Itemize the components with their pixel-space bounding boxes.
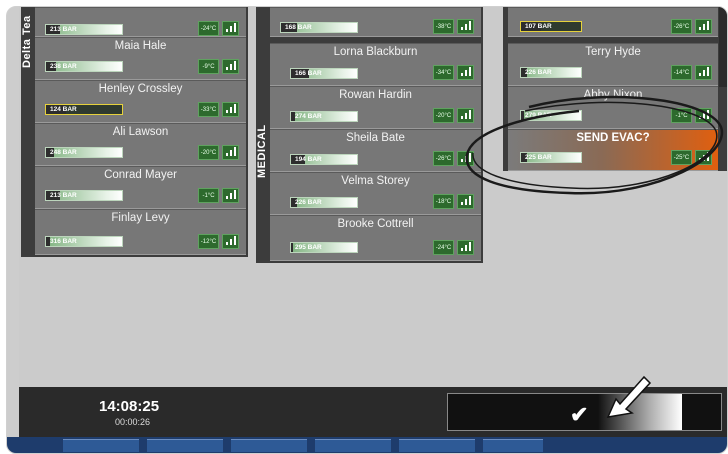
- diver-name: Terry Hyde: [585, 46, 641, 58]
- team-label-medical: MEDICAL: [256, 124, 268, 178]
- app-window: Delta Tea 213 BAR -24°C Maia Hale 238 BA…: [6, 6, 728, 454]
- temperature-badge: -14°C: [671, 65, 692, 80]
- taskbar-item[interactable]: [147, 439, 223, 452]
- signal-bars-icon: [457, 240, 474, 255]
- pressure-bar: 226 BAR: [520, 67, 582, 78]
- temperature-badge: -38°C: [433, 19, 454, 34]
- pressure-bar: 194 BAR: [290, 154, 358, 165]
- taskbar-item[interactable]: [231, 439, 307, 452]
- temperature-badge: -20°C: [433, 108, 454, 123]
- diver-name: Brooke Cottrell: [337, 218, 414, 230]
- diver-row[interactable]: Velma Storey 226 BAR -18°C: [270, 172, 481, 215]
- elapsed-timer: 00:00:26: [115, 417, 151, 427]
- temperature-badge: -34°C: [433, 65, 454, 80]
- temperature-badge: -24°C: [433, 240, 454, 255]
- diver-row[interactable]: Conrad Mayer 213 BAR -1°C: [35, 166, 246, 209]
- pressure-bar: 274 BAR: [290, 111, 358, 122]
- temperature-badge: -20°C: [198, 145, 219, 160]
- diver-name: Ali Lawson: [112, 126, 169, 138]
- pressure-bar: 316 BAR: [45, 236, 123, 247]
- diver-name: Conrad Mayer: [104, 169, 177, 181]
- signal-bars-icon: [222, 188, 239, 203]
- pressure-bar: 238 BAR: [45, 61, 123, 72]
- team-label-delta: Delta Tea: [21, 15, 33, 69]
- temperature-badge: -26°C: [433, 151, 454, 166]
- diver-row[interactable]: Maia Hale 238 BAR -9°C: [35, 37, 246, 80]
- diver-row[interactable]: Finlay Levy 316 BAR -12°C: [35, 209, 246, 255]
- diver-name: Finlay Levy: [111, 212, 170, 224]
- diver-row[interactable]: Brooke Cottrell 295 BAR -24°C: [270, 215, 481, 261]
- os-taskbar: [7, 437, 727, 453]
- diver-row-top[interactable]: 168 BAR -38°C: [270, 7, 481, 37]
- signal-bars-icon: [222, 102, 239, 117]
- temperature-badge: -33°C: [198, 102, 219, 117]
- pressure-bar: 166 BAR: [290, 68, 358, 79]
- taskbar-item[interactable]: [63, 439, 139, 452]
- diver-row[interactable]: Terry Hyde 226 BAR -14°C: [508, 43, 718, 86]
- temperature-badge: -9°C: [198, 59, 219, 74]
- annotation-circle: [465, 95, 724, 195]
- signal-bars-icon: [222, 21, 239, 36]
- arrow-cursor-icon: [606, 375, 652, 418]
- signal-bars-icon: [695, 19, 712, 34]
- right-edge-panel: [719, 7, 727, 87]
- temperature-badge: -1°C: [198, 188, 219, 203]
- pressure-bar: 248 BAR: [45, 147, 123, 158]
- signal-bars-icon: [695, 65, 712, 80]
- temperature-badge: -24°C: [198, 21, 219, 36]
- status-footer: 14:08:25 00:00:26 ✔: [19, 375, 727, 437]
- temperature-badge: -18°C: [433, 194, 454, 209]
- dashboard-area: Delta Tea 213 BAR -24°C Maia Hale 238 BA…: [19, 7, 727, 387]
- temperature-badge: -12°C: [198, 234, 219, 249]
- taskbar-item[interactable]: [483, 439, 543, 452]
- diver-row[interactable]: Ali Lawson 248 BAR -20°C: [35, 123, 246, 166]
- diver-row[interactable]: Henley Crossley 124 BAR -33°C: [35, 80, 246, 123]
- signal-bars-icon: [222, 59, 239, 74]
- confirm-evac-button[interactable]: ✔: [447, 393, 722, 431]
- diver-name: Sheila Bate: [346, 132, 405, 144]
- diver-name: Henley Crossley: [98, 83, 183, 95]
- diver-row-top[interactable]: 213 BAR -24°C: [35, 7, 246, 37]
- diver-row[interactable]: Rowan Hardin 274 BAR -20°C: [270, 86, 481, 129]
- taskbar-item[interactable]: [315, 439, 391, 452]
- pressure-bar: 295 BAR: [290, 242, 358, 253]
- diver-row[interactable]: Lorna Blackburn 166 BAR -34°C: [270, 43, 481, 86]
- pressure-bar: 226 BAR: [290, 197, 358, 208]
- pressure-bar: 168 BAR: [280, 22, 358, 33]
- pressure-bar: 124 BAR: [45, 104, 123, 115]
- team-column-delta: Delta Tea 213 BAR -24°C Maia Hale 238 BA…: [21, 7, 248, 257]
- temperature-badge: -26°C: [671, 19, 692, 34]
- diver-name: Lorna Blackburn: [333, 46, 418, 58]
- diver-name: Velma Storey: [341, 175, 410, 187]
- pressure-bar: 213 BAR: [45, 190, 123, 201]
- current-time: 14:08:25: [99, 398, 160, 415]
- diver-name: Rowan Hardin: [339, 89, 412, 101]
- signal-bars-icon: [457, 19, 474, 34]
- diver-row-top[interactable]: 107 BAR -26°C: [508, 7, 718, 37]
- pressure-bar: 107 BAR: [520, 21, 582, 32]
- checkmark-icon: ✔: [570, 402, 589, 427]
- team-column-medical: 168 BAR -38°C MEDICAL Lorna Blackburn 16…: [256, 7, 483, 263]
- signal-bars-icon: [222, 234, 239, 249]
- signal-bars-icon: [222, 145, 239, 160]
- diver-name: Maia Hale: [114, 40, 167, 52]
- taskbar-item[interactable]: [399, 439, 475, 452]
- pressure-bar: 213 BAR: [45, 24, 123, 35]
- signal-bars-icon: [457, 65, 474, 80]
- diver-row[interactable]: Sheila Bate 194 BAR -26°C: [270, 129, 481, 172]
